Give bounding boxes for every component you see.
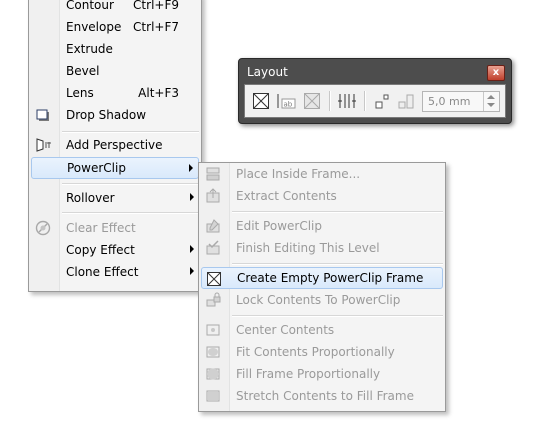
finish-editing-icon (205, 240, 221, 256)
menu-item-finish-editing[interactable]: Finish Editing This Level (201, 237, 443, 259)
clear-effect-icon (35, 220, 51, 236)
submenu-arrow-icon (189, 164, 193, 172)
menu-item-shortcut: Ctrl+F7 (133, 20, 179, 34)
menu-item-label: Rollover (66, 191, 115, 205)
menu-item-shortcut: Alt+F3 (138, 86, 179, 100)
toolbar-separator (364, 91, 366, 111)
menu-item-label: Lock Contents To PowerClip (236, 293, 401, 307)
menu-separator (232, 315, 443, 317)
menu-item-clone-effect[interactable]: Clone Effect (31, 261, 199, 283)
menu-item-label: Extrude (66, 42, 113, 56)
fill-frame-icon (205, 366, 221, 382)
menu-item-label: Bevel (66, 64, 100, 78)
center-contents-icon (205, 322, 221, 338)
layout-toolbar-window[interactable]: Layout x ab 5,0 mm (238, 58, 512, 124)
menu-item-label: Finish Editing This Level (236, 241, 380, 255)
menu-item-label: Clone Effect (66, 265, 139, 279)
text-frame-icon-label: ab (284, 101, 293, 109)
text-frame-icon[interactable]: ab (276, 92, 296, 110)
stretch-contents-icon (205, 388, 221, 404)
placeholder-frame-icon[interactable] (303, 92, 321, 110)
menu-item-label: Contour (66, 0, 114, 12)
powerclip-submenu: Place Inside Frame... Extract Contents E… (198, 162, 446, 412)
submenu-arrow-icon (190, 193, 194, 201)
menu-item-center-contents[interactable]: Center Contents (201, 319, 443, 341)
menu-item-drop-shadow[interactable]: Drop Shadow (31, 104, 199, 126)
spinbox-buttons (483, 92, 499, 111)
menu-item-extract-contents[interactable]: Extract Contents (201, 185, 443, 207)
menu-item-label: Envelope (66, 20, 122, 34)
submenu-arrow-icon (190, 245, 194, 253)
menu-item-extrude[interactable]: Extrude (31, 38, 199, 60)
menu-item-contour[interactable]: Contour Ctrl+F9 (31, 0, 199, 16)
menu-item-label: Place Inside Frame... (236, 167, 361, 181)
extract-contents-icon (205, 188, 221, 204)
menu-item-label: Edit PowerClip (236, 219, 322, 233)
menu-item-label: Create Empty PowerClip Frame (237, 271, 424, 285)
fit-contents-icon (205, 344, 221, 360)
perspective-icon (35, 137, 51, 153)
menu-item-bevel[interactable]: Bevel (31, 60, 199, 82)
menu-item-powerclip[interactable]: PowerClip (31, 157, 199, 179)
spacing-value: 5,0 mm (428, 95, 471, 108)
lock-icon (205, 292, 221, 308)
menu-item-fit-contents[interactable]: Fit Contents Proportionally (201, 341, 443, 363)
spin-up-icon[interactable] (487, 95, 495, 99)
columns-frame-icon[interactable] (338, 92, 356, 110)
menu-item-label: Lens (66, 86, 94, 100)
menu-item-create-empty-powerclip-frame[interactable]: Create Empty PowerClip Frame (201, 267, 443, 289)
menu-item-label: Fill Frame Proportionally (236, 367, 381, 381)
menu-item-label: PowerClip (67, 161, 126, 175)
empty-frame-icon (206, 271, 222, 287)
close-icon[interactable]: x (487, 65, 505, 81)
menu-item-rollover[interactable]: Rollover (31, 187, 199, 209)
menu-item-lock-contents[interactable]: Lock Contents To PowerClip (201, 289, 443, 311)
menu-item-edit-powerclip[interactable]: Edit PowerClip (201, 215, 443, 237)
menu-item-label: Stretch Contents to Fill Frame (236, 389, 414, 403)
menu-separator (232, 263, 443, 265)
powerclip-frame-icon[interactable] (252, 92, 270, 110)
edit-powerclip-icon (205, 218, 221, 234)
menu-separator (62, 131, 199, 133)
menu-item-label: Clear Effect (66, 221, 136, 235)
drop-shadow-icon (35, 107, 51, 123)
menu-item-envelope[interactable]: Envelope Ctrl+F7 (31, 16, 199, 38)
menu-item-label: Drop Shadow (66, 108, 147, 122)
layout-toolbar-body: ab 5,0 mm (244, 84, 506, 118)
menu-item-clear-effect[interactable]: Clear Effect (31, 217, 199, 239)
layout-toolbar-title: Layout (247, 65, 288, 79)
spacing-spinbox[interactable]: 5,0 mm (422, 91, 500, 112)
spin-down-icon[interactable] (487, 103, 495, 107)
menu-item-place-inside-frame[interactable]: Place Inside Frame... (201, 163, 443, 185)
menu-item-label: Center Contents (236, 323, 335, 337)
place-inside-frame-icon (205, 166, 221, 182)
menu-separator (62, 212, 199, 214)
toolbar-separator (329, 91, 331, 111)
menu-item-label: Add Perspective (66, 138, 163, 152)
submenu-arrow-icon (190, 267, 194, 275)
menu-separator (62, 183, 199, 185)
distribute-nodes-icon[interactable] (397, 92, 415, 110)
effects-menu: Contour Ctrl+F9 Envelope Ctrl+F7 Extrude… (28, 0, 202, 292)
menu-item-label: Fit Contents Proportionally (236, 345, 395, 359)
menu-item-label: Extract Contents (236, 189, 337, 203)
menu-item-shortcut: Ctrl+F9 (133, 0, 179, 12)
menu-item-add-perspective[interactable]: Add Perspective (31, 134, 199, 156)
menu-item-stretch-contents[interactable]: Stretch Contents to Fill Frame (201, 385, 443, 407)
menu-item-copy-effect[interactable]: Copy Effect (31, 239, 199, 261)
menu-item-fill-frame[interactable]: Fill Frame Proportionally (201, 363, 443, 385)
menu-item-lens[interactable]: Lens Alt+F3 (31, 82, 199, 104)
menu-item-label: Copy Effect (66, 243, 135, 257)
menu-separator (232, 211, 443, 213)
align-nodes-icon[interactable] (374, 92, 392, 110)
